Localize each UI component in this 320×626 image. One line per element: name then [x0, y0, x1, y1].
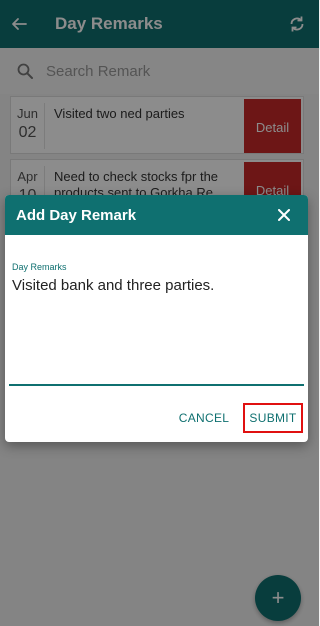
close-button[interactable] [260, 195, 308, 235]
add-remark-dialog: Add Day Remark Day Remarks Visited bank … [5, 195, 308, 442]
input-underline [9, 384, 304, 386]
dialog-actions: CANCEL SUBMIT [173, 403, 303, 433]
cancel-button[interactable]: CANCEL [173, 403, 235, 433]
dialog-title: Add Day Remark [16, 206, 137, 224]
day-remarks-label: Day Remarks [12, 262, 67, 272]
day-remarks-input[interactable]: Visited bank and three parties. [12, 277, 302, 294]
submit-button[interactable]: SUBMIT [243, 403, 303, 433]
dialog-header: Add Day Remark [5, 195, 308, 235]
close-icon [278, 209, 290, 221]
